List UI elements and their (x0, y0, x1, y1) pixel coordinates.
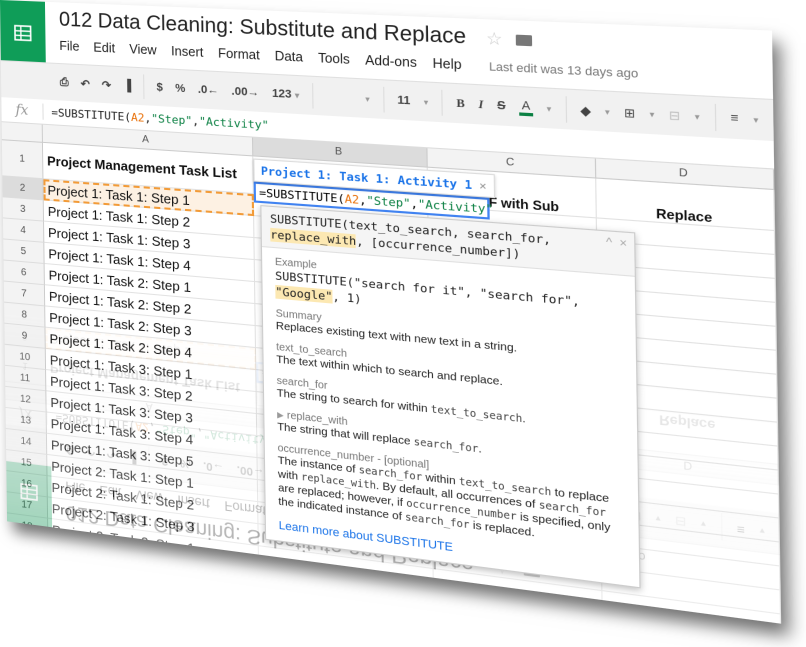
caret-icon[interactable]: ▾ (605, 107, 610, 117)
toolbar-group-history: ⎙ ↶ ↷ ▐ (0, 67, 145, 100)
menu-format[interactable]: Format (218, 46, 260, 63)
font-size-select[interactable]: 11 ▾ (383, 86, 444, 116)
bold-button[interactable]: B (456, 97, 465, 110)
last-edit-status[interactable]: Last edit was 13 days ago (489, 61, 639, 81)
align-icon[interactable]: ≡ (730, 111, 738, 125)
paint-format-icon[interactable]: ▐ (123, 80, 131, 93)
caret-icon: ▾ (423, 96, 429, 107)
toolbar-group-text: B I S A ▾ (442, 89, 567, 123)
menu-data[interactable]: Data (275, 49, 304, 65)
row-header[interactable]: 2 (2, 176, 44, 201)
text: . (478, 442, 482, 456)
close-icon[interactable]: × (479, 178, 487, 193)
row-header[interactable]: 18 (6, 513, 49, 540)
spreadsheet-window: 012 Data Cleaning: Substitute and Replac… (0, 0, 782, 624)
caret-icon[interactable]: ▾ (695, 111, 700, 121)
font-size-value: 11 (397, 93, 411, 108)
formula-string: "Step" (151, 111, 193, 128)
sheet-wrap: 012 Data Cleaning: Substitute and Replac… (0, 0, 782, 624)
close-icon[interactable]: × (619, 236, 627, 253)
italic-button[interactable]: I (478, 98, 483, 111)
toolbar-group-align: ≡ ▾ (715, 104, 773, 134)
percent-button[interactable]: % (175, 82, 185, 95)
currency-button[interactable]: $ (157, 81, 163, 94)
collapse-icon[interactable]: ^ (606, 235, 612, 252)
text-color-button[interactable]: A (519, 98, 533, 116)
formula-ref: A2 (130, 110, 145, 125)
fill-color-icon[interactable]: ◆ (581, 103, 591, 118)
edit-string: "Activity" (417, 196, 494, 217)
caret-icon: ▾ (294, 90, 300, 101)
caret-icon[interactable]: ▾ (753, 114, 758, 124)
function-help-panel: SUBSTITUTE(text_to_search, search_for, r… (260, 205, 641, 589)
folder-icon[interactable] (515, 34, 533, 46)
redo-icon[interactable]: ↷ (102, 78, 111, 92)
current-arg-arrow-icon: ▶ (277, 410, 284, 421)
example-rest: , 1) (332, 289, 362, 307)
stage: 012 Data Cleaning: Substitute and Replac… (0, 0, 806, 647)
menu-file[interactable]: File (59, 39, 79, 54)
menu-view[interactable]: View (129, 42, 157, 58)
text: . (522, 412, 526, 426)
merge-cells-icon[interactable]: ⊟ (669, 108, 680, 123)
menu-insert[interactable]: Insert (171, 44, 204, 60)
font-family-select[interactable]: ▾ (313, 83, 385, 113)
more-formats-label: 123 (271, 87, 292, 102)
help-controls: ^ × (606, 235, 627, 253)
strikethrough-button[interactable]: S (497, 99, 506, 113)
star-icon[interactable]: ☆ (486, 28, 503, 50)
sheets-logo-icon[interactable] (0, 0, 46, 67)
menu-addons[interactable]: Add-ons (365, 53, 417, 70)
undo-icon[interactable]: ↶ (80, 77, 89, 91)
edit-prefix: =SUBSTITUTE( (258, 185, 345, 206)
fx-icon: fx (1, 101, 44, 120)
row-header[interactable]: 1 (1, 140, 44, 180)
more-formats-button[interactable]: 123 ▾ (272, 87, 299, 101)
edit-ref: A2 (344, 191, 360, 207)
menu-edit[interactable]: Edit (93, 40, 115, 55)
menu-tools[interactable]: Tools (318, 51, 350, 67)
caret-icon[interactable]: ▾ (649, 109, 654, 119)
borders-icon[interactable]: ⊞ (624, 105, 635, 120)
formula-string: "Activity" (198, 114, 269, 132)
menu-help[interactable]: Help (432, 56, 461, 73)
example-highlight: "Google" (275, 284, 333, 304)
caret-icon: ▾ (365, 93, 370, 104)
decrease-decimal-button[interactable]: .0← (198, 83, 219, 97)
toolbar-group-number: $ % .0← .00→ 123 ▾ (144, 74, 314, 109)
increase-decimal-button[interactable]: .00→ (231, 85, 259, 99)
toolbar-group-cell: ◆ ▾ ⊞ ▾ ⊟ ▾ (566, 96, 716, 132)
edit-string: "Step" (366, 193, 411, 211)
caret-icon[interactable]: ▾ (546, 103, 551, 113)
formula-prefix: =SUBSTITUTE( (51, 105, 132, 124)
help-body: Example SUBSTITUTE("search for it", "sea… (262, 247, 639, 587)
print-icon[interactable]: ⎙ (60, 76, 69, 90)
